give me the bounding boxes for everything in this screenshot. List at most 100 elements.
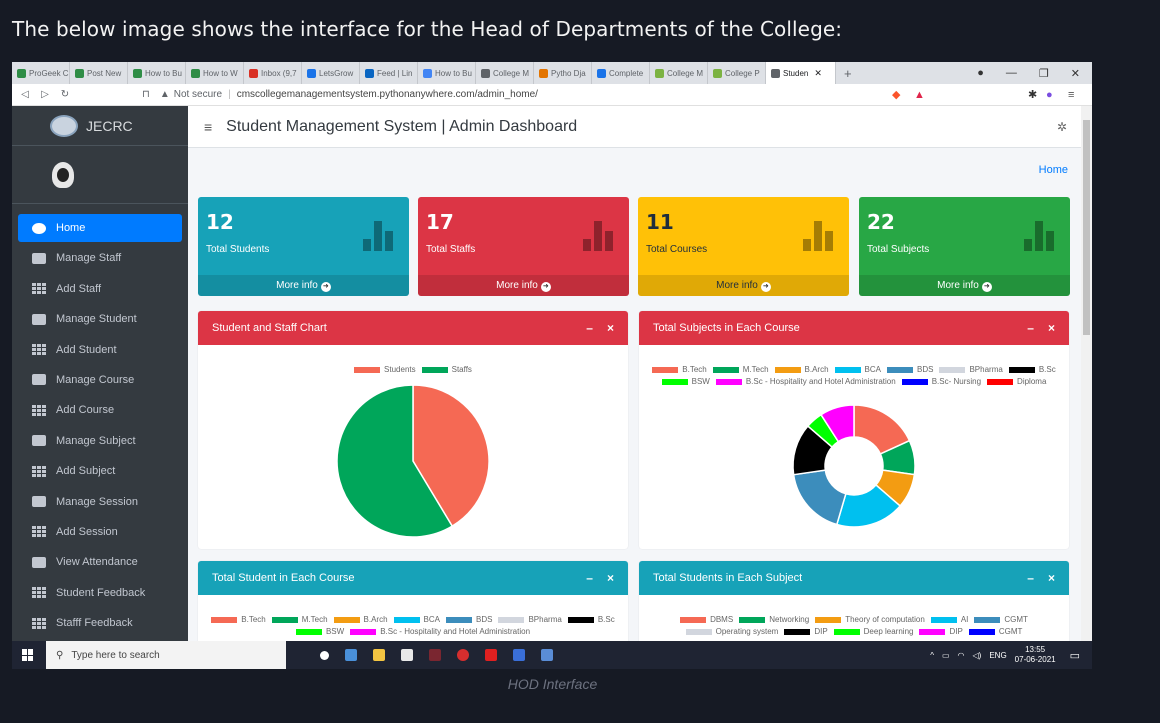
legend-item[interactable]: B.Arch bbox=[333, 615, 388, 624]
pie-slice-b-sc[interactable] bbox=[792, 424, 834, 476]
scrollbar[interactable] bbox=[1081, 106, 1092, 641]
avatar[interactable] bbox=[52, 161, 74, 188]
restore-window-icon[interactable]: ❐ bbox=[1039, 67, 1049, 80]
legend-item[interactable]: B.Sc bbox=[567, 615, 615, 624]
pie-slice-bsw[interactable] bbox=[806, 413, 840, 449]
brand-link[interactable]: JECRC bbox=[12, 106, 188, 146]
close-icon[interactable]: × bbox=[607, 571, 614, 585]
legend-item[interactable]: M.Tech bbox=[271, 615, 328, 624]
browser-tab[interactable]: Complete bbox=[592, 62, 650, 84]
task-view-icon[interactable] bbox=[345, 649, 357, 661]
legend-item[interactable]: Staffs bbox=[421, 365, 472, 374]
legend-item[interactable]: B.Tech bbox=[211, 615, 266, 624]
minimize-icon[interactable]: – bbox=[586, 571, 593, 585]
sidebar-item-manage-subject[interactable]: Manage Subject bbox=[18, 427, 182, 455]
battery-icon[interactable]: ▭ bbox=[942, 651, 950, 660]
minimize-icon[interactable]: – bbox=[1027, 321, 1034, 335]
sidebar-item-home[interactable]: Home bbox=[18, 214, 182, 242]
menu-toggle-icon[interactable]: ≡ bbox=[204, 119, 212, 135]
legend-item[interactable]: BPharma bbox=[939, 365, 1003, 374]
legend-item[interactable]: DIP bbox=[919, 627, 963, 636]
file-explorer-icon[interactable] bbox=[373, 649, 385, 661]
pocket-icon[interactable] bbox=[457, 649, 469, 661]
pie-slice-staffs[interactable] bbox=[336, 384, 454, 538]
legend-item[interactable]: Operating system bbox=[685, 627, 778, 636]
legend-item[interactable]: Theory of computation bbox=[815, 615, 925, 624]
reload-icon[interactable]: ↻ bbox=[58, 89, 72, 100]
pie-slice-bds[interactable] bbox=[792, 469, 847, 526]
brave-browser-icon[interactable] bbox=[513, 649, 525, 661]
extensions-icon[interactable]: ✱ bbox=[1028, 88, 1037, 101]
warning-icon[interactable]: ▲ bbox=[160, 89, 170, 100]
legend-item[interactable]: BPharma bbox=[498, 615, 562, 624]
legend-item[interactable]: DIP bbox=[784, 627, 828, 636]
legend-item[interactable]: Students bbox=[354, 365, 416, 374]
browser-tab[interactable]: College P bbox=[708, 62, 766, 84]
sidebar-item-add-session[interactable]: Add Session bbox=[18, 518, 182, 546]
forward-icon[interactable]: ▷ bbox=[38, 89, 52, 100]
sidebar-item-add-staff[interactable]: Add Staff bbox=[18, 275, 182, 303]
browser-tab[interactable]: ProGeek C bbox=[12, 62, 70, 84]
legend-item[interactable]: CGMT bbox=[968, 627, 1022, 636]
close-icon[interactable]: × bbox=[607, 321, 614, 335]
minimize-window-icon[interactable]: — bbox=[1006, 67, 1017, 80]
legend-item[interactable]: CGMT bbox=[974, 615, 1028, 624]
sidebar-item-manage-session[interactable]: Manage Session bbox=[18, 488, 182, 516]
legend-item[interactable]: AI bbox=[930, 615, 968, 624]
legend-item[interactable]: BSW bbox=[295, 627, 344, 636]
browser-tab[interactable]: LetsGrow bbox=[302, 62, 360, 84]
legend-item[interactable]: DBMS bbox=[680, 615, 733, 624]
sidebar-item-manage-course[interactable]: Manage Course bbox=[18, 366, 182, 394]
legend-item[interactable]: Networking bbox=[739, 615, 809, 624]
brave-shield-icon[interactable]: ◆ bbox=[892, 88, 900, 101]
brave-rewards-icon[interactable]: ▲ bbox=[914, 89, 925, 101]
url-field[interactable]: cmscollegemanagementsystem.pythonanywher… bbox=[237, 89, 538, 100]
browser-tab[interactable]: College M bbox=[650, 62, 708, 84]
minimize-icon[interactable]: – bbox=[586, 321, 593, 335]
browser-tab[interactable]: Feed | Lin bbox=[360, 62, 418, 84]
language-indicator[interactable]: ENG bbox=[989, 651, 1006, 660]
browser-tab[interactable]: Post New bbox=[70, 62, 128, 84]
acrobat-icon[interactable] bbox=[485, 649, 497, 661]
browser-tab[interactable]: Studen ✕ bbox=[766, 62, 836, 84]
legend-item[interactable]: BCA bbox=[393, 615, 440, 624]
legend-item[interactable]: B.Arch bbox=[774, 365, 829, 374]
legend-item[interactable]: Deep learning bbox=[833, 627, 913, 636]
legend-item[interactable]: B.Sc bbox=[1008, 365, 1056, 374]
browser-tab[interactable]: How to W bbox=[186, 62, 244, 84]
browser-tab[interactable]: Inbox (9,7 bbox=[244, 62, 302, 84]
legend-item[interactable]: B.Sc- Nursing bbox=[901, 377, 981, 386]
app-icon[interactable] bbox=[429, 649, 441, 661]
notification-icon[interactable]: ▭ bbox=[1070, 649, 1080, 662]
taskbar-search-input[interactable]: ⚲ Type here to search bbox=[46, 641, 286, 669]
browser-menu-icon[interactable]: ≡ bbox=[1068, 89, 1074, 101]
legend-item[interactable]: BSW bbox=[661, 377, 710, 386]
store-icon[interactable] bbox=[401, 649, 413, 661]
pie-slice-bca[interactable] bbox=[835, 483, 902, 528]
legend-item[interactable]: B.Sc - Hospitality and Hotel Administrat… bbox=[715, 377, 896, 386]
calculator-icon[interactable] bbox=[541, 649, 553, 661]
volume-icon[interactable]: ◁) bbox=[973, 651, 982, 660]
gear-icon[interactable]: ✲ bbox=[1057, 120, 1067, 134]
wifi-icon[interactable]: ◠ bbox=[958, 651, 965, 660]
scrollbar-thumb[interactable] bbox=[1083, 120, 1090, 335]
browser-tab[interactable]: College M bbox=[476, 62, 534, 84]
profile-icon[interactable]: ● bbox=[977, 67, 984, 80]
legend-item[interactable]: M.Tech bbox=[712, 365, 769, 374]
new-tab-button[interactable]: + bbox=[836, 66, 860, 81]
close-window-icon[interactable]: ✕ bbox=[1071, 67, 1080, 80]
sidebar-item-student-feedback[interactable]: Student Feedback bbox=[18, 579, 182, 607]
profile-avatar-icon[interactable]: ● bbox=[1046, 89, 1053, 101]
windows-start-icon[interactable] bbox=[22, 649, 34, 661]
sidebar-item-stafff-feedback[interactable]: Stafff Feedback bbox=[18, 609, 182, 637]
clock[interactable]: 13:55 07-06-2021 bbox=[1015, 645, 1056, 665]
sidebar-item-view-attendance[interactable]: View Attendance bbox=[18, 548, 182, 576]
legend-item[interactable]: BCA bbox=[834, 365, 881, 374]
pie-slice-b-sc-hospitality-and-hotel-administration[interactable] bbox=[819, 404, 855, 443]
more-info-link[interactable]: More info ➜ bbox=[418, 275, 629, 296]
more-info-link[interactable]: More info ➜ bbox=[859, 275, 1070, 296]
pie-slice-m-tech[interactable] bbox=[879, 439, 916, 476]
sidebar-item-add-course[interactable]: Add Course bbox=[18, 396, 182, 424]
legend-item[interactable]: B.Sc - Hospitality and Hotel Administrat… bbox=[350, 627, 530, 636]
breadcrumb[interactable]: Home bbox=[1039, 164, 1068, 176]
